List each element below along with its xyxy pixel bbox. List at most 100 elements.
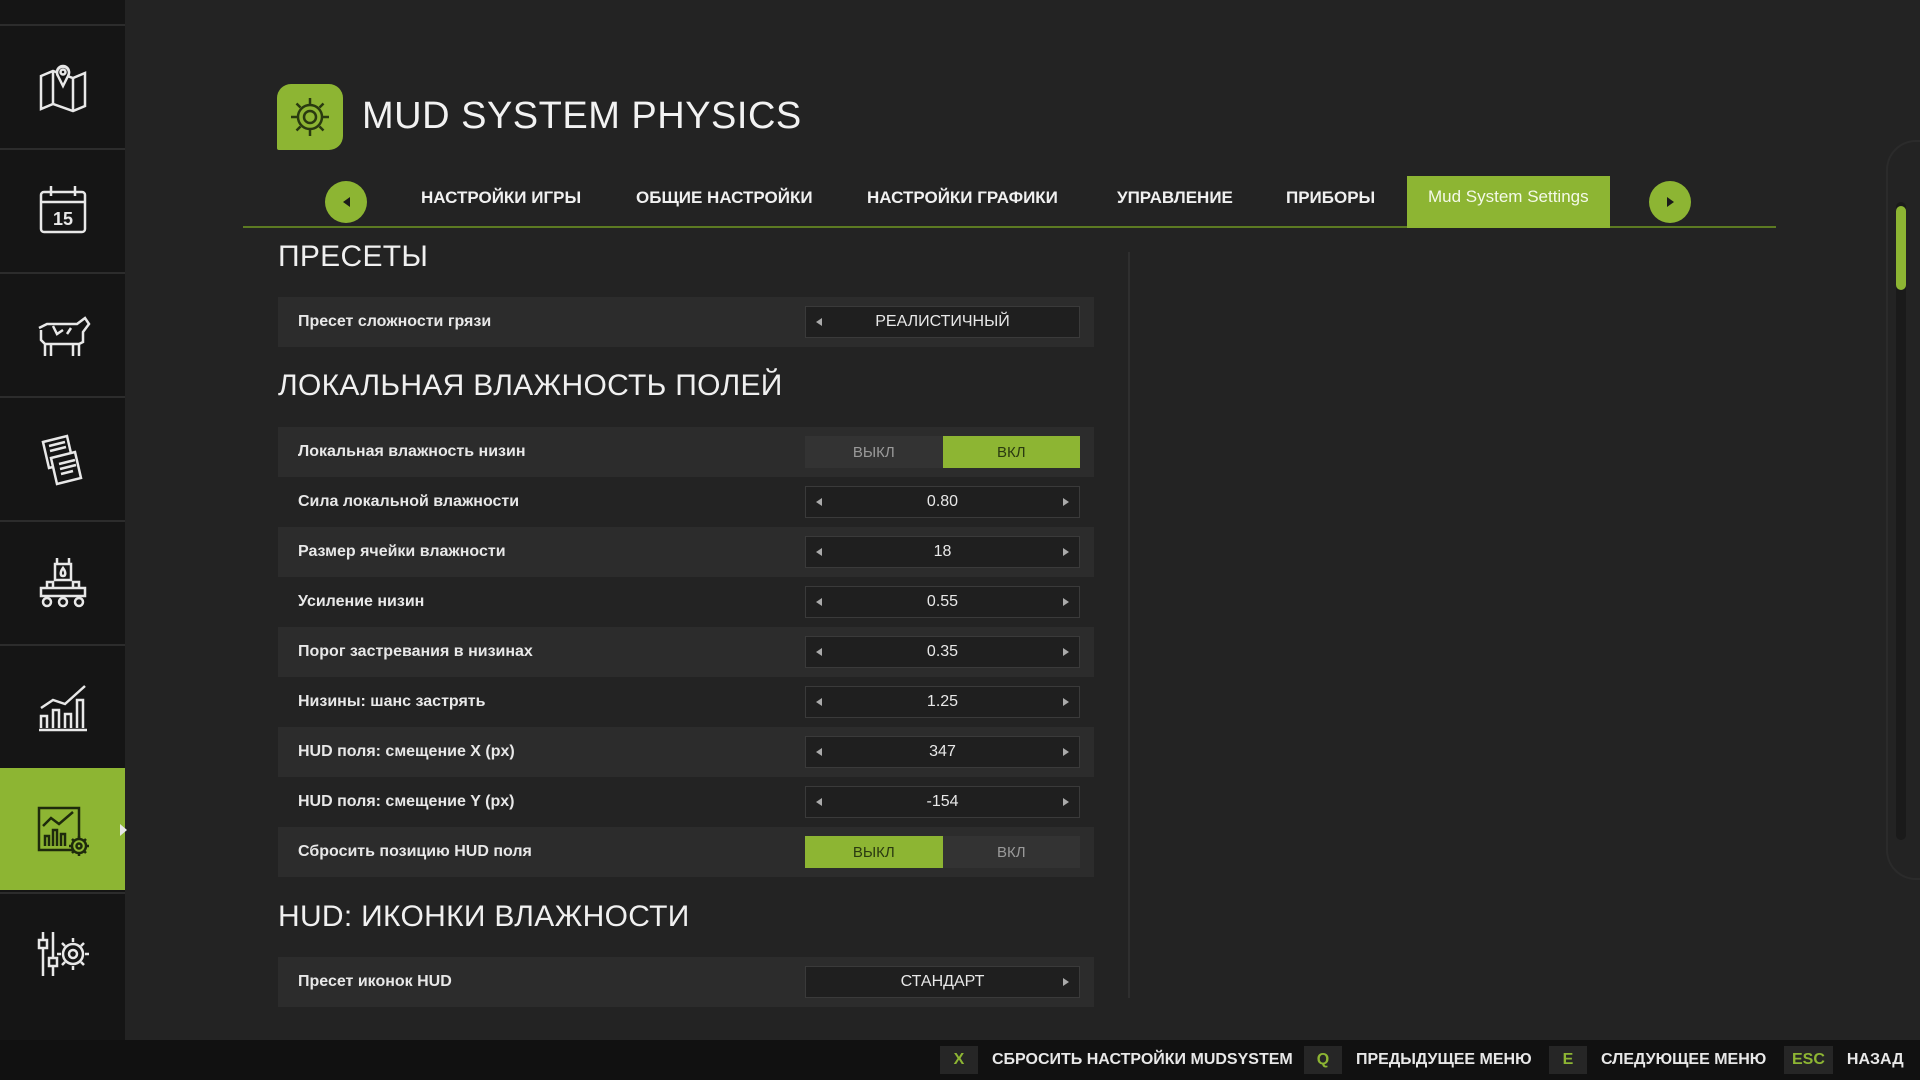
setting-row: Сила локальной влажности 0.80 (278, 477, 1094, 527)
setting-label: Усиление низин (298, 593, 425, 610)
sidebar-item-statistics[interactable] (0, 644, 125, 766)
hint-back[interactable]: ESC НАЗАД (1784, 1046, 1904, 1074)
moisture-cell-size-selector[interactable]: 18 (805, 536, 1080, 568)
setting-row: HUD поля: смещение Y (px) -154 (278, 777, 1094, 827)
chevron-right-icon (1666, 197, 1674, 207)
arrow-left-icon[interactable] (816, 798, 822, 806)
key-badge: E (1549, 1046, 1587, 1074)
page-title: MUD SYSTEM PHYSICS (362, 95, 802, 137)
section-title-local-moisture: ЛОКАЛЬНАЯ ВЛАЖНОСТЬ ПОЛЕЙ (278, 369, 783, 402)
section-title-presets: ПРЕСЕТЫ (278, 240, 429, 273)
sidebar-item-production[interactable] (0, 520, 125, 642)
reset-hud-position-toggle[interactable]: ВЫКЛ ВКЛ (805, 836, 1080, 868)
scrollbar-thumb[interactable] (1896, 206, 1906, 290)
setting-row: Пресет сложности грязи РЕАЛИСТИЧНЫЙ (278, 297, 1094, 347)
setting-label: Сила локальной влажности (298, 493, 520, 510)
setting-value: 0.80 (926, 493, 959, 510)
tab-prev-button[interactable] (325, 181, 367, 223)
setting-label: Низины: шанс застрять (298, 693, 486, 710)
tab-controls[interactable]: УПРАВЛЕНИЕ (1117, 176, 1233, 226)
tab-general-settings[interactable]: ОБЩИЕ НАСТРОЙКИ (636, 176, 813, 226)
setting-value: -154 (926, 793, 959, 810)
hint-reset[interactable]: X СБРОСИТЬ НАСТРОЙКИ MUDSYSTEM (940, 1046, 1293, 1074)
setting-label: Порог застревания в низинах (298, 643, 533, 660)
tab-next-button[interactable] (1649, 181, 1691, 223)
setting-value: 18 (933, 543, 952, 560)
app-icon (277, 84, 343, 150)
hint-label: СБРОСИТЬ НАСТРОЙКИ MUDSYSTEM (992, 1051, 1293, 1068)
setting-label: Пресет сложности грязи (298, 313, 492, 330)
arrow-left-icon[interactable] (816, 698, 822, 706)
chart-settings-icon (37, 806, 89, 856)
hud-icon-preset-selector[interactable]: СТАНДАРТ (805, 966, 1080, 998)
setting-value: СТАНДАРТ (900, 973, 985, 990)
setting-value: 0.35 (926, 643, 959, 660)
active-indicator-arrow (120, 824, 127, 836)
hud-offset-y-selector[interactable]: -154 (805, 786, 1080, 818)
setting-row: Пресет иконок HUD СТАНДАРТ (278, 957, 1094, 1007)
sidebar-item-calendar[interactable]: 15 (0, 148, 125, 270)
toggle-off-option[interactable]: ВЫКЛ (805, 836, 943, 868)
hint-prev-menu[interactable]: Q ПРЕДЫДУЩЕЕ МЕНЮ (1304, 1046, 1532, 1074)
sliders-gear-icon (37, 932, 89, 976)
scrollbar-track[interactable] (1896, 202, 1906, 840)
moisture-strength-selector[interactable]: 0.80 (805, 486, 1080, 518)
arrow-left-icon[interactable] (816, 748, 822, 756)
lowland-boost-selector[interactable]: 0.55 (805, 586, 1080, 618)
setting-label: HUD поля: смещение X (px) (298, 743, 515, 760)
lowland-stuck-threshold-selector[interactable]: 0.35 (805, 636, 1080, 668)
hint-label: НАЗАД (1846, 1051, 1904, 1068)
tab-instruments[interactable]: ПРИБОРЫ (1286, 176, 1375, 226)
arrow-right-icon[interactable] (1063, 648, 1069, 656)
arrow-right-icon[interactable] (1063, 598, 1069, 606)
hud-offset-x-selector[interactable]: 347 (805, 736, 1080, 768)
setting-value: 1.25 (926, 693, 959, 710)
sidebar-item-map[interactable] (0, 24, 125, 146)
arrow-right-icon[interactable] (1063, 548, 1069, 556)
calendar-icon: 15 (39, 186, 86, 234)
key-badge: X (940, 1046, 978, 1074)
mud-difficulty-preset-selector[interactable]: РЕАЛИСТИЧНЫЙ (805, 306, 1080, 338)
section-title-hud-icons: HUD: ИКОНКИ ВЛАЖНОСТИ (278, 900, 690, 933)
arrow-right-icon[interactable] (1063, 748, 1069, 756)
key-badge: ESC (1784, 1046, 1833, 1074)
sidebar-item-animals[interactable] (0, 272, 125, 394)
setting-label: Локальная влажность низин (298, 443, 526, 460)
panel-divider (1128, 252, 1130, 998)
toggle-off-option[interactable]: ВЫКЛ (805, 436, 943, 468)
setting-value: 0.55 (926, 593, 959, 610)
lowland-stuck-chance-selector[interactable]: 1.25 (805, 686, 1080, 718)
setting-label: Размер ячейки влажности (298, 543, 506, 560)
arrow-right-icon[interactable] (1063, 978, 1069, 986)
arrow-left-icon[interactable] (816, 598, 822, 606)
cow-icon (37, 316, 91, 356)
setting-row: Порог застревания в низинах 0.35 (278, 627, 1094, 677)
arrow-right-icon[interactable] (1063, 798, 1069, 806)
lowland-moisture-toggle[interactable]: ВЫКЛ ВКЛ (805, 436, 1080, 468)
arrow-right-icon[interactable] (1063, 698, 1069, 706)
svg-text:15: 15 (52, 209, 72, 229)
toggle-on-option[interactable]: ВКЛ (942, 436, 1080, 468)
setting-row: Усиление низин 0.55 (278, 577, 1094, 627)
tab-game-settings[interactable]: НАСТРОЙКИ ИГРЫ (421, 176, 581, 226)
tab-mud-system-settings[interactable]: Mud System Settings (1407, 176, 1610, 228)
sidebar-item-general-settings[interactable] (0, 892, 125, 1014)
production-icon (39, 558, 86, 608)
tab-graphics-settings[interactable]: НАСТРОЙКИ ГРАФИКИ (867, 176, 1058, 226)
setting-label: Пресет иконок HUD (298, 973, 452, 990)
statistics-icon (38, 685, 87, 732)
hint-next-menu[interactable]: E СЛЕДУЮЩЕЕ МЕНЮ (1549, 1046, 1766, 1074)
hint-label: СЛЕДУЮЩЕЕ МЕНЮ (1601, 1051, 1767, 1068)
key-badge: Q (1304, 1046, 1342, 1074)
sidebar-item-mud-settings[interactable] (0, 768, 127, 890)
arrow-left-icon[interactable] (816, 498, 822, 506)
toggle-on-option[interactable]: ВКЛ (943, 836, 1081, 868)
arrow-right-icon[interactable] (1063, 498, 1069, 506)
arrow-left-icon[interactable] (816, 318, 822, 326)
arrow-left-icon[interactable] (816, 548, 822, 556)
sidebar: 15 (0, 0, 127, 1040)
setting-row: Низины: шанс застрять 1.25 (278, 677, 1094, 727)
arrow-left-icon[interactable] (816, 648, 822, 656)
setting-value: РЕАЛИСТИЧНЫЙ (875, 313, 1010, 330)
sidebar-item-contracts[interactable] (0, 396, 125, 518)
